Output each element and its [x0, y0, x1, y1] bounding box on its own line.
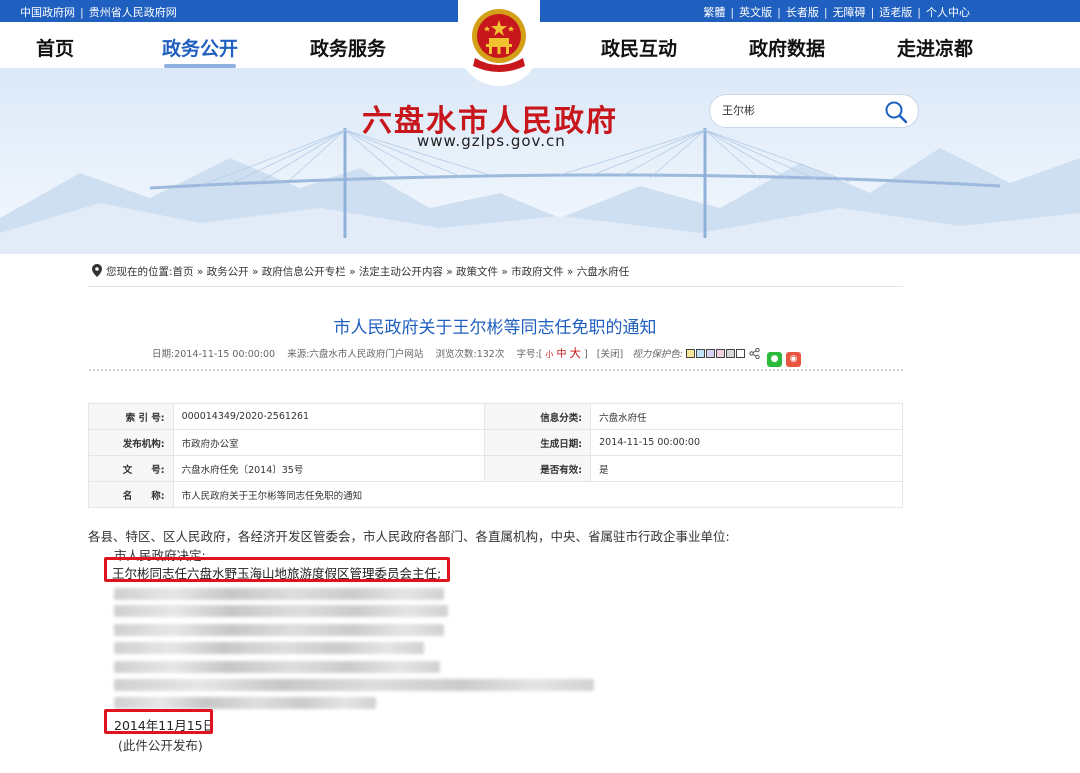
redacted-line	[114, 588, 444, 600]
meta-source-label: 来源:	[287, 349, 310, 360]
publish-note: (此件公开发布)	[118, 738, 203, 753]
highlight-box	[104, 557, 450, 582]
redacted-line	[114, 697, 376, 709]
wechat-share-icon[interactable]: ●	[767, 352, 783, 367]
table-row: 文 号: 六盘水府任免〔2014〕35号 是否有效: 是	[88, 455, 903, 482]
font-size-small[interactable]: 小	[545, 350, 553, 359]
national-emblem-icon	[472, 9, 526, 72]
header-banner: 六盘水市人民政府 www.gzlps.gov.cn	[0, 68, 1080, 254]
nav-item-gov-data[interactable]: 政府数据	[749, 34, 825, 61]
breadcrumb-gov-affairs-open[interactable]: 政务公开	[207, 266, 249, 278]
redacted-line	[114, 661, 440, 673]
table-row: 名 称: 市人民政府关于王尔彬等同志任免职的通知	[88, 481, 904, 508]
info-key: 信息分类:	[484, 403, 592, 430]
meta-source: 六盘水市人民政府门户网站	[309, 349, 424, 360]
nav-item-interaction[interactable]: 政民互动	[601, 34, 677, 61]
link-accessibility[interactable]: 无障碍	[833, 6, 866, 19]
link-english[interactable]: 英文版	[739, 6, 772, 19]
breadcrumb-prefix: 您现在的位置:	[106, 266, 173, 278]
info-value: 000014349/2020-2561261	[172, 403, 486, 430]
breadcrumb-current[interactable]: 六盘水府任	[577, 266, 630, 278]
main-nav: 首页 政务公开 政务服务 政民互动 政府数据 走进凉都	[0, 22, 1080, 68]
info-value: 2014-11-15 00:00:00	[590, 429, 903, 456]
info-key: 是否有效:	[484, 455, 592, 482]
link-elder[interactable]: 长者版	[786, 6, 819, 19]
breadcrumb-mandatory-content[interactable]: 法定主动公开内容	[359, 266, 443, 278]
top-left-links: 中国政府网 | 贵州省人民政府网	[20, 6, 177, 19]
font-size-large[interactable]: 大	[569, 346, 581, 360]
link-guizhou-gov[interactable]: 贵州省人民政府网	[89, 6, 177, 19]
article-title: 市人民政府关于王尔彬等同志任免职的通知	[333, 318, 657, 338]
site-url: www.gzlps.gov.cn	[417, 132, 566, 150]
redacted-line	[114, 605, 448, 617]
info-value: 市人民政府关于王尔彬等同志任免职的通知	[172, 481, 904, 508]
national-emblem	[458, 0, 540, 86]
meta-font-label: 字号:	[516, 349, 539, 360]
redacted-line	[114, 642, 424, 654]
redacted-line	[114, 679, 594, 691]
font-bracket-open: [	[538, 349, 543, 360]
table-row: 索 引 号: 000014349/2020-2561261 信息分类: 六盘水府…	[88, 403, 903, 430]
top-right-links: 繁體 | 英文版 | 长者版 | 无障碍 | 适老版 | 个人中心	[703, 6, 970, 19]
info-key: 索 引 号:	[88, 403, 174, 430]
date-highlight-box	[104, 709, 213, 734]
eye-color-purple[interactable]	[706, 349, 715, 358]
search-icon[interactable]	[884, 100, 908, 124]
eye-color-yellow[interactable]	[686, 349, 695, 358]
info-key: 生成日期:	[484, 429, 592, 456]
info-table: 索 引 号: 000014349/2020-2561261 信息分类: 六盘水府…	[88, 403, 904, 508]
font-bracket-close: ]	[584, 349, 588, 360]
article-meta: 日期:2014-11-15 00:00:00 来源:六盘水市人民政府门户网站 浏…	[152, 345, 802, 367]
font-size-medium[interactable]: 中	[556, 349, 566, 360]
info-key: 名 称:	[88, 481, 174, 508]
meta-date-label: 日期:	[152, 349, 175, 360]
info-value: 是	[590, 455, 903, 482]
search-input[interactable]	[722, 103, 872, 116]
info-value: 六盘水府任免〔2014〕35号	[172, 455, 486, 482]
breadcrumb-info-column[interactable]: 政府信息公开专栏	[262, 266, 346, 278]
breadcrumb-home[interactable]: 首页	[173, 266, 194, 278]
eye-protect-label: 视力保护色:	[632, 349, 683, 360]
link-china-gov[interactable]: 中国政府网	[20, 6, 75, 19]
meta-views: 132次	[476, 349, 505, 360]
info-value: 六盘水府任	[590, 403, 903, 430]
share-icon[interactable]	[749, 347, 760, 360]
link-personal-center[interactable]: 个人中心	[926, 6, 970, 19]
info-key: 文 号:	[88, 455, 174, 482]
eye-color-blue[interactable]	[696, 349, 705, 358]
salutation: 各县、特区、区人民政府，各经济开发区管委会，市人民政府各部门、各直属机构，中央、…	[88, 529, 730, 544]
link-traditional[interactable]: 繁體	[703, 6, 725, 19]
search-box	[709, 94, 919, 128]
top-bar: 中国政府网 | 贵州省人民政府网 繁體 | 英文版 | 长者版 | 无障碍 | 适老版 | 个人中心	[0, 0, 1080, 22]
link-senior-mode[interactable]: 适老版	[879, 6, 912, 19]
close-link[interactable]: [关闭]	[597, 349, 623, 360]
nav-item-gov-affairs-open[interactable]: 政务公开	[162, 34, 238, 61]
nav-item-about-liangdu[interactable]: 走进凉都	[897, 34, 973, 61]
breadcrumb-divider	[88, 286, 903, 287]
nav-item-home[interactable]: 首页	[36, 34, 74, 61]
redacted-line	[114, 624, 444, 636]
meta-date: 2014-11-15 00:00:00	[174, 349, 276, 360]
info-value: 市政府办公室	[172, 429, 486, 456]
location-pin-icon	[92, 264, 102, 277]
breadcrumb: 您现在的位置:首页 » 政务公开 » 政府信息公开专栏 » 法定主动公开内容 »…	[92, 264, 629, 279]
nav-item-gov-services[interactable]: 政务服务	[310, 34, 386, 61]
weibo-share-icon[interactable]: ◉	[786, 352, 802, 367]
breadcrumb-policy-docs[interactable]: 政策文件	[456, 266, 498, 278]
meta-views-label: 浏览次数:	[435, 349, 477, 360]
eye-color-white[interactable]	[736, 349, 745, 358]
eye-color-pink[interactable]	[716, 349, 725, 358]
eye-color-gray[interactable]	[726, 349, 735, 358]
breadcrumb-city-docs[interactable]: 市政府文件	[511, 266, 564, 278]
table-row: 发布机构: 市政府办公室 生成日期: 2014-11-15 00:00:00	[88, 429, 903, 456]
meta-dotted-divider	[88, 368, 903, 372]
info-key: 发布机构:	[88, 429, 174, 456]
